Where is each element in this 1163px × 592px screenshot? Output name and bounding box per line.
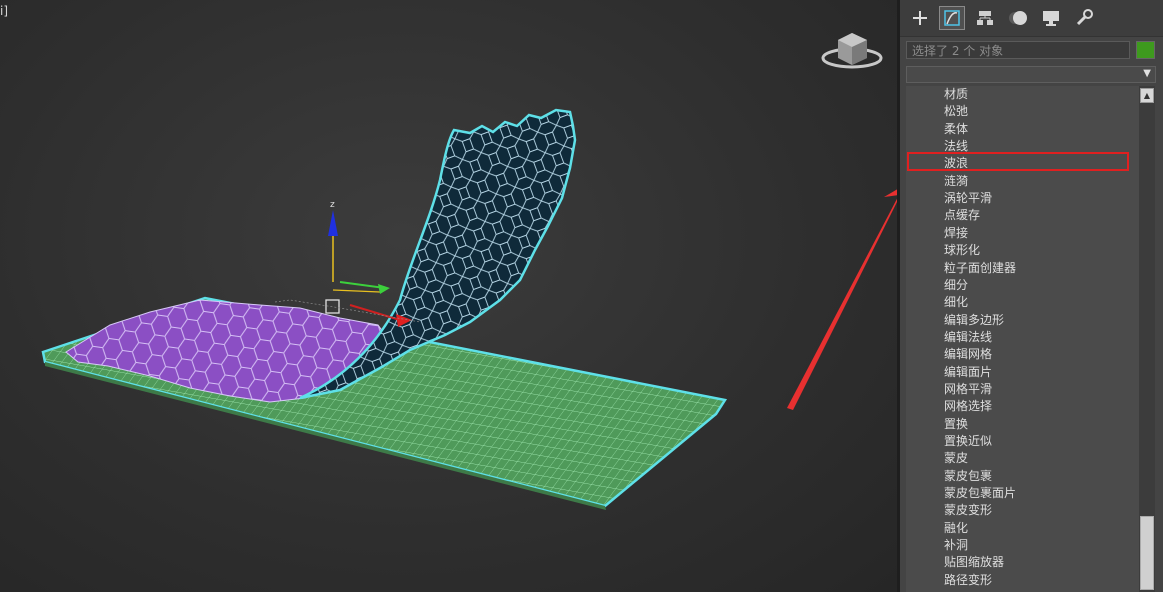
modifier-list-item[interactable]: 点缓存: [944, 207, 980, 224]
modifier-list-item[interactable]: 涟漪: [944, 173, 968, 190]
motion-icon[interactable]: [1005, 6, 1031, 30]
modifier-list-item[interactable]: 融化: [944, 520, 968, 537]
svg-text:z: z: [330, 200, 335, 210]
modifier-list-item[interactable]: 蒙皮包裹面片: [944, 485, 1016, 502]
annotation-arrow: [787, 189, 897, 410]
display-icon[interactable]: [1038, 6, 1064, 30]
modifier-list[interactable]: 材质 松弛 柔体 法线 波浪 涟漪 涡轮平滑 点缓存 焊接 球形化 粒子面创建器 细分 细化 编辑多边形编…: [906, 86, 1139, 592]
modifier-list-item[interactable]: 补洞: [944, 537, 968, 554]
modifier-list-item[interactable]: 编辑多边形: [944, 312, 1004, 329]
modifier-list-item[interactable]: 路径变形: [944, 572, 992, 589]
modifier-list-item[interactable]: 编辑网格: [944, 346, 992, 363]
create-plus-icon[interactable]: [907, 6, 933, 30]
modifier-list-item[interactable]: 细分: [944, 277, 968, 294]
scroll-up-icon[interactable]: ▲: [1140, 88, 1154, 103]
object-color-swatch[interactable]: [1136, 41, 1155, 59]
modifier-list-item[interactable]: 编辑面片: [944, 364, 992, 381]
modifier-list-item[interactable]: 材质: [944, 86, 968, 103]
perspective-viewport[interactable]: i] z: [0, 0, 897, 592]
command-panel: 选择了 2 个 对象 ▼ 材质 松弛 柔体 法线 波浪 涟漪 涡轮平滑 点缓存 焊接 球形化 粒子面…: [900, 0, 1163, 592]
object-name-field[interactable]: 选择了 2 个 对象: [906, 41, 1130, 59]
modifier-list-item[interactable]: 焊接: [944, 225, 968, 242]
modifier-list-item[interactable]: 网格选择: [944, 398, 992, 415]
highlight-annotation-box: [907, 152, 1129, 171]
modifier-list-item[interactable]: 粒子面创建器: [944, 260, 1016, 277]
viewport-scene: z: [41, 33, 897, 510]
modifier-list-item[interactable]: 编辑法线: [944, 329, 992, 346]
modifier-list-item[interactable]: 蒙皮: [944, 450, 968, 467]
modifier-list-item[interactable]: 蒙皮包裹: [944, 468, 992, 485]
viewcube[interactable]: [821, 33, 883, 69]
modifier-list-item[interactable]: 网格平滑: [944, 381, 992, 398]
utilities-wrench-icon[interactable]: [1071, 6, 1097, 30]
modifier-list-item[interactable]: 蒙皮变形: [944, 502, 992, 519]
modifier-list-item[interactable]: 置换: [944, 416, 968, 433]
modifier-list-item[interactable]: 柔体: [944, 121, 968, 138]
modifier-list-item[interactable]: 置换近似: [944, 433, 992, 450]
modifier-list-scrollbar[interactable]: ▲: [1139, 86, 1155, 592]
modifier-list-item[interactable]: 贴图缩放器: [944, 554, 1004, 571]
scrollbar-thumb[interactable]: [1140, 516, 1154, 590]
command-panel-tabs: [900, 0, 1163, 37]
modify-icon[interactable]: [939, 6, 965, 30]
chevron-down-icon: ▼: [1143, 68, 1151, 79]
hierarchy-icon[interactable]: [972, 6, 998, 30]
modifier-list-dropdown[interactable]: ▼: [906, 66, 1156, 83]
modifier-list-item[interactable]: 松弛: [944, 103, 968, 120]
modifier-list-item[interactable]: 细化: [944, 294, 968, 311]
modifier-list-item[interactable]: 球形化: [944, 242, 980, 259]
modifier-list-item[interactable]: 涡轮平滑: [944, 190, 992, 207]
